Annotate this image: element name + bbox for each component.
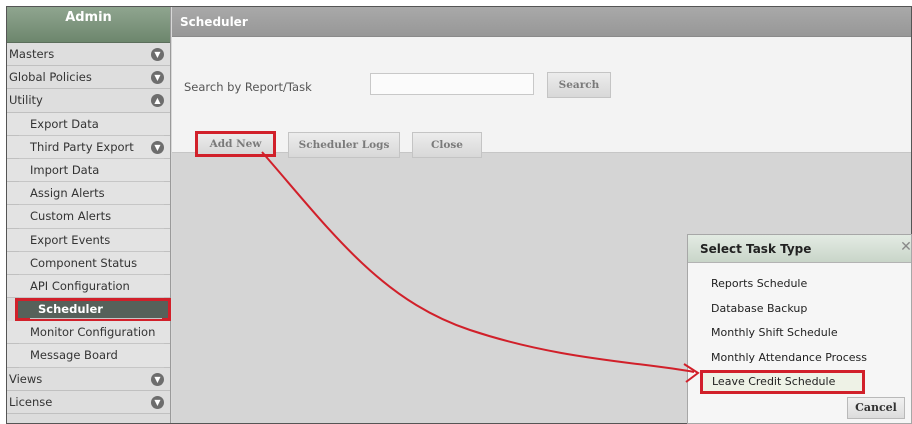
search-label: Search by Report/Task — [184, 80, 312, 94]
chevron-down-icon[interactable]: ▼ — [151, 140, 164, 154]
sidebar-item-label: License — [9, 394, 53, 409]
sidebar-menu: Masters ▼ Global Policies ▼ Utility ▲ Export D… — [7, 43, 171, 414]
add-new-button[interactable]: Add New — [195, 131, 276, 157]
chevron-up-icon[interactable]: ▲ — [151, 94, 164, 108]
search-button[interactable]: Search — [547, 72, 611, 98]
sidebar-item-component-status[interactable]: Component Status — [7, 251, 170, 276]
task-option-reports-schedule[interactable]: Reports Schedule — [688, 272, 911, 297]
chevron-down-icon[interactable]: ▼ — [151, 372, 164, 386]
close-icon[interactable]: ✕ — [897, 238, 912, 256]
task-option-monthly-shift-schedule[interactable]: Monthly Shift Schedule — [688, 321, 911, 346]
dialog-title-text: Select Task Type — [700, 242, 812, 256]
sidebar-item-views[interactable]: Views ▼ — [7, 367, 170, 391]
scheduler-logs-button[interactable]: Scheduler Logs — [288, 132, 400, 158]
sidebar-item-import-data[interactable]: Import Data — [7, 158, 170, 183]
task-option-leave-credit-schedule[interactable]: Leave Credit Schedule — [700, 370, 865, 394]
sidebar-item-label: Scheduler — [38, 302, 103, 317]
sidebar-item-masters[interactable]: Masters ▼ — [7, 43, 170, 67]
sidebar-item-assign-alerts[interactable]: Assign Alerts — [7, 182, 170, 206]
sidebar-item-label: Utility — [9, 93, 43, 108]
chevron-down-icon[interactable]: ▼ — [151, 71, 164, 85]
cancel-button[interactable]: Cancel — [847, 397, 905, 419]
sidebar-item-label: Import Data — [30, 162, 100, 177]
sidebar-item-label: Custom Alerts — [30, 209, 112, 224]
task-type-list: Reports Schedule Database Backup Monthly S… — [688, 263, 911, 394]
sidebar-item-license[interactable]: License ▼ — [7, 390, 170, 414]
sidebar-item-third-party-export[interactable]: Third Party Export ▼ — [7, 135, 170, 160]
task-option-database-backup[interactable]: Database Backup — [688, 297, 911, 322]
page-title: Scheduler — [172, 7, 911, 37]
sidebar-item-label: Third Party Export — [30, 139, 134, 154]
sidebar-item-api-configuration[interactable]: API Configuration — [7, 274, 170, 299]
sidebar-title: Admin — [7, 7, 170, 43]
sidebar-item-monitor-configuration[interactable]: Monitor Configuration — [7, 321, 170, 345]
sidebar-item-label: Assign Alerts — [30, 186, 105, 201]
sidebar-item-label: Masters — [9, 47, 55, 61]
sidebar-item-label: Monitor Configuration — [30, 325, 156, 340]
sidebar-item-global-policies[interactable]: Global Policies ▼ — [7, 66, 170, 90]
sidebar-item-label: Views — [9, 371, 43, 386]
chevron-down-icon[interactable]: ▼ — [151, 395, 164, 409]
close-button[interactable]: Close — [412, 132, 482, 158]
sidebar-item-label: Global Policies — [9, 70, 92, 85]
search-input[interactable] — [370, 73, 534, 95]
sidebar-item-export-events[interactable]: Export Events — [7, 228, 170, 252]
sidebar-item-label: API Configuration — [30, 278, 130, 293]
sidebar-item-label: Export Data — [30, 116, 99, 131]
admin-sidebar: Admin Masters ▼ Global Policies ▼ Utility ▲ Ex… — [7, 7, 171, 423]
select-task-type-dialog: Select Task Type ✕ Reports Schedule Datab… — [687, 234, 912, 424]
sidebar-item-label: Export Events — [30, 232, 111, 247]
sidebar-item-utility[interactable]: Utility ▲ — [7, 89, 170, 113]
chevron-down-icon[interactable]: ▼ — [151, 48, 164, 61]
sidebar-item-scheduler[interactable]: Scheduler — [15, 298, 171, 322]
sidebar-item-export-data[interactable]: Export Data — [7, 112, 170, 136]
sidebar-item-custom-alerts[interactable]: Custom Alerts — [7, 205, 170, 229]
dialog-title: Select Task Type ✕ — [688, 235, 912, 263]
sidebar-item-message-board[interactable]: Message Board — [7, 344, 170, 368]
task-option-monthly-attendance-process[interactable]: Monthly Attendance Process — [688, 346, 911, 371]
sidebar-item-label: Message Board — [30, 348, 118, 363]
sidebar-item-label: Component Status — [30, 255, 138, 270]
scheduler-toolbar: Search by Report/Task Search Add New Sch… — [172, 37, 911, 158]
